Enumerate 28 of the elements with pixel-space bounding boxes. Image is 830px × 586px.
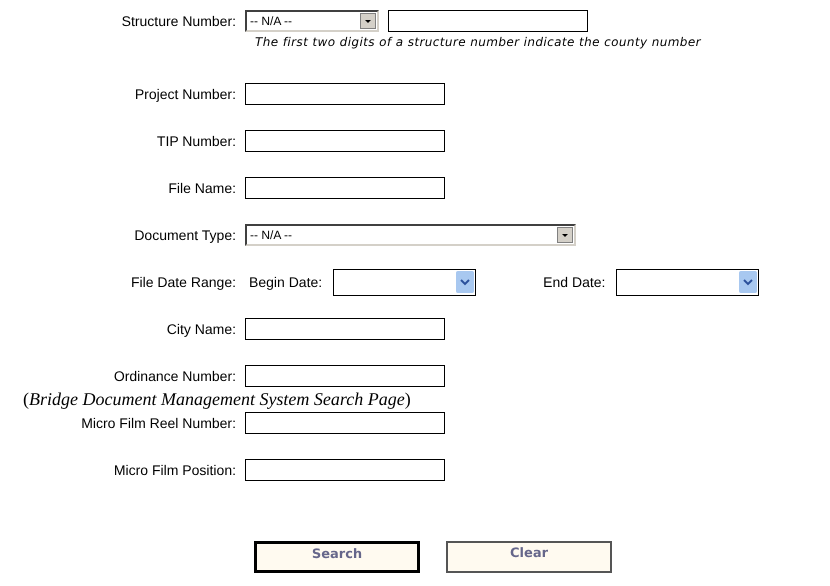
field-label: File Date Range: bbox=[130, 274, 237, 290]
field-label: File Name: bbox=[167, 180, 237, 196]
field-label: Project Number: bbox=[134, 86, 237, 102]
clear-button[interactable]: Clear bbox=[446, 541, 612, 573]
input-field[interactable] bbox=[245, 365, 445, 387]
input-field[interactable] bbox=[245, 177, 445, 199]
input-field[interactable] bbox=[245, 459, 445, 481]
search-button[interactable]: Search bbox=[254, 541, 420, 573]
hint-text: The first two digits of a structure number indicate the county number bbox=[255, 35, 702, 49]
field-label: Micro Film Position: bbox=[112, 462, 237, 478]
date-picker[interactable] bbox=[333, 268, 476, 296]
input-field[interactable] bbox=[245, 318, 445, 340]
field-label: Document Type: bbox=[133, 227, 237, 243]
input-field[interactable] bbox=[245, 412, 445, 434]
date-picker[interactable] bbox=[616, 268, 760, 296]
input-field[interactable] bbox=[245, 83, 445, 105]
dropdown[interactable]: -- N/A -- bbox=[245, 10, 379, 32]
caption: (Bridge Document Management System Search Page) bbox=[23, 389, 411, 410]
field-label: Micro Film Reel Number: bbox=[80, 415, 237, 431]
dropdown[interactable]: -- N/A -- bbox=[245, 224, 576, 246]
field-label: Begin Date: bbox=[249, 274, 322, 290]
field-label: City Name: bbox=[166, 321, 237, 337]
field-label: TIP Number: bbox=[156, 133, 237, 149]
field-label: Structure Number: bbox=[120, 13, 237, 29]
field-label: Ordinance Number: bbox=[112, 368, 237, 384]
input-field[interactable] bbox=[245, 130, 445, 152]
input-field[interactable] bbox=[388, 10, 588, 32]
field-label: End Date: bbox=[543, 274, 606, 290]
